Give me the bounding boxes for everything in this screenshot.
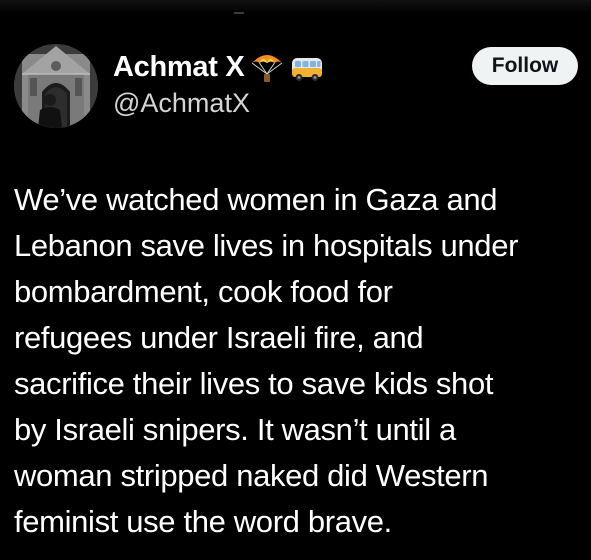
- tweet-text-line: We’ve watched women in Gaza and: [14, 182, 498, 217]
- parachute-icon: [250, 50, 284, 84]
- tweet-text: We’ve watched women in Gaza and Lebanon …: [14, 177, 586, 545]
- tweet-text-line: refugees under Israeli fire, and: [14, 320, 424, 355]
- author-name-row: Achmat X: [113, 47, 324, 87]
- avatar[interactable]: [14, 44, 98, 128]
- tweet-text-line: by Israeli snipers. It wasn’t until a: [14, 412, 456, 447]
- avatar-photo: [14, 44, 98, 128]
- tweet-text-line: sacrifice their lives to save kids shot: [14, 366, 494, 401]
- tweet-text-line: feminist use the word brave.: [14, 504, 392, 539]
- tweet-card: Achmat X @AchmatX Follow We’ve watched w…: [0, 0, 591, 560]
- tweet-text-line: Lebanon save lives in hospitals under: [14, 228, 519, 263]
- author-display-name[interactable]: Achmat X: [113, 51, 245, 84]
- follow-button[interactable]: Follow: [472, 47, 578, 85]
- author-handle[interactable]: @AchmatX: [113, 88, 250, 119]
- minibus-icon: [290, 50, 324, 84]
- tweet-text-line: bombardment, cook food for: [14, 274, 393, 309]
- tweet-text-line: woman stripped naked did Western: [14, 458, 489, 493]
